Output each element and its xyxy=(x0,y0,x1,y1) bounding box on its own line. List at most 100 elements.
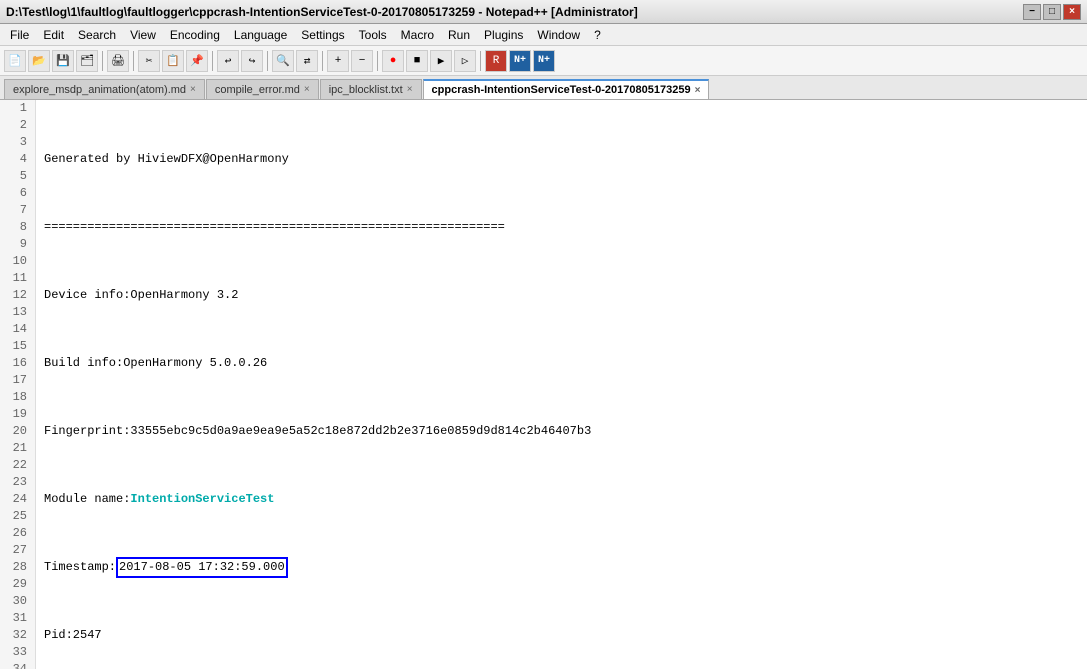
line-num-23: 23 xyxy=(8,474,27,491)
toolbar-macro-stop[interactable]: ■ xyxy=(406,50,428,72)
toolbar: 📄 📂 💾 🗂 🖨 ✂ 📋 📌 ↩ ↪ 🔍 ⇄ + − ● ■ ▶ ▷ R N+… xyxy=(0,46,1087,76)
code-line-2: ========================================… xyxy=(44,219,1079,236)
tab-close-compile[interactable]: × xyxy=(304,84,310,95)
tab-close-cppcrash[interactable]: × xyxy=(695,85,701,96)
tab-label-ipc: ipc_blocklist.txt xyxy=(329,84,403,96)
close-button[interactable]: × xyxy=(1063,4,1081,20)
menu-file[interactable]: File xyxy=(4,26,35,44)
menu-run[interactable]: Run xyxy=(442,26,476,44)
menu-plugins[interactable]: Plugins xyxy=(478,26,529,44)
line-num-4: 4 xyxy=(8,151,27,168)
toolbar-sep4 xyxy=(267,51,268,71)
code-line-6: Module name:IntentionServiceTest xyxy=(44,491,1079,508)
tab-label-explore: explore_msdp_animation(atom).md xyxy=(13,84,186,96)
editor[interactable]: 1 2 3 4 5 6 7 8 9 10 11 12 13 14 15 16 1… xyxy=(0,100,1087,669)
toolbar-sep3 xyxy=(212,51,213,71)
toolbar-macro-record[interactable]: ● xyxy=(382,50,404,72)
toolbar-undo[interactable]: ↩ xyxy=(217,50,239,72)
toolbar-npp2[interactable]: N+ xyxy=(533,50,555,72)
menu-help[interactable]: ? xyxy=(588,26,607,44)
toolbar-sep7 xyxy=(480,51,481,71)
toolbar-npp1[interactable]: N+ xyxy=(509,50,531,72)
line-num-33: 33 xyxy=(8,644,27,661)
code-line-4: Build info:OpenHarmony 5.0.0.26 xyxy=(44,355,1079,372)
toolbar-sep5 xyxy=(322,51,323,71)
line-num-13: 13 xyxy=(8,304,27,321)
line-num-25: 25 xyxy=(8,508,27,525)
toolbar-macro-play[interactable]: ▶ xyxy=(430,50,452,72)
menu-settings[interactable]: Settings xyxy=(295,26,350,44)
toolbar-paste[interactable]: 📌 xyxy=(186,50,208,72)
tab-explore[interactable]: explore_msdp_animation(atom).md × xyxy=(4,79,205,99)
line-num-14: 14 xyxy=(8,321,27,338)
line-num-27: 27 xyxy=(8,542,27,559)
toolbar-print[interactable]: 🖨 xyxy=(107,50,129,72)
toolbar-zoom-in[interactable]: + xyxy=(327,50,349,72)
toolbar-redo[interactable]: ↪ xyxy=(241,50,263,72)
menu-search[interactable]: Search xyxy=(72,26,122,44)
menu-window[interactable]: Window xyxy=(531,26,586,44)
line-num-18: 18 xyxy=(8,389,27,406)
line-num-21: 21 xyxy=(8,440,27,457)
toolbar-run[interactable]: R xyxy=(485,50,507,72)
toolbar-save-all[interactable]: 🗂 xyxy=(76,50,98,72)
toolbar-zoom-out[interactable]: − xyxy=(351,50,373,72)
code-line-8: Pid:2547 xyxy=(44,627,1079,644)
maximize-button[interactable]: □ xyxy=(1043,4,1061,20)
line-num-29: 29 xyxy=(8,576,27,593)
toolbar-replace[interactable]: ⇄ xyxy=(296,50,318,72)
code-content: Generated by HiviewDFX@OpenHarmony =====… xyxy=(36,100,1087,669)
toolbar-sep1 xyxy=(102,51,103,71)
toolbar-open[interactable]: 📂 xyxy=(28,50,50,72)
menu-macro[interactable]: Macro xyxy=(395,26,440,44)
tab-label-cppcrash: cppcrash-IntentionServiceTest-0-20170805… xyxy=(432,84,691,96)
code-line-1: Generated by HiviewDFX@OpenHarmony xyxy=(44,151,1079,168)
line-numbers: 1 2 3 4 5 6 7 8 9 10 11 12 13 14 15 16 1… xyxy=(0,100,36,669)
window-controls: − □ × xyxy=(1023,4,1081,20)
line-num-7: 7 xyxy=(8,202,27,219)
toolbar-sep6 xyxy=(377,51,378,71)
line-num-5: 5 xyxy=(8,168,27,185)
title-bar: D:\Test\log\1\faultlog\faultlogger\cppcr… xyxy=(0,0,1087,24)
menu-language[interactable]: Language xyxy=(228,26,293,44)
line-num-17: 17 xyxy=(8,372,27,389)
line-num-8: 8 xyxy=(8,219,27,236)
tab-close-ipc[interactable]: × xyxy=(407,84,413,95)
code-line-3: Device info:OpenHarmony 3.2 xyxy=(44,287,1079,304)
line-num-22: 22 xyxy=(8,457,27,474)
menu-tools[interactable]: Tools xyxy=(353,26,393,44)
menu-edit[interactable]: Edit xyxy=(37,26,70,44)
tab-close-explore[interactable]: × xyxy=(190,84,196,95)
tab-bar: explore_msdp_animation(atom).md × compil… xyxy=(0,76,1087,100)
code-line-5: Fingerprint:33555ebc9c5d0a9ae9ea9e5a52c1… xyxy=(44,423,1079,440)
menu-view[interactable]: View xyxy=(124,26,162,44)
code-line-7: Timestamp:2017-08-05 17:32:59.000 xyxy=(44,559,1079,576)
toolbar-sep2 xyxy=(133,51,134,71)
toolbar-find[interactable]: 🔍 xyxy=(272,50,294,72)
line-num-28: 28 xyxy=(8,559,27,576)
tab-ipc[interactable]: ipc_blocklist.txt × xyxy=(320,79,422,99)
toolbar-copy[interactable]: 📋 xyxy=(162,50,184,72)
minimize-button[interactable]: − xyxy=(1023,4,1041,20)
line-num-34: 34 xyxy=(8,661,27,669)
tab-label-compile: compile_error.md xyxy=(215,84,300,96)
tab-compile[interactable]: compile_error.md × xyxy=(206,79,319,99)
line-num-20: 20 xyxy=(8,423,27,440)
toolbar-cut[interactable]: ✂ xyxy=(138,50,160,72)
toolbar-save[interactable]: 💾 xyxy=(52,50,74,72)
line-num-10: 10 xyxy=(8,253,27,270)
line-num-2: 2 xyxy=(8,117,27,134)
tab-cppcrash[interactable]: cppcrash-IntentionServiceTest-0-20170805… xyxy=(423,79,710,99)
title-text: D:\Test\log\1\faultlog\faultlogger\cppcr… xyxy=(6,5,638,19)
menu-encoding[interactable]: Encoding xyxy=(164,26,226,44)
line-num-1: 1 xyxy=(8,100,27,117)
line-num-6: 6 xyxy=(8,185,27,202)
line-num-31: 31 xyxy=(8,610,27,627)
line-num-12: 12 xyxy=(8,287,27,304)
line-num-26: 26 xyxy=(8,525,27,542)
toolbar-macro-save[interactable]: ▷ xyxy=(454,50,476,72)
menu-bar: File Edit Search View Encoding Language … xyxy=(0,24,1087,46)
line-num-9: 9 xyxy=(8,236,27,253)
toolbar-new[interactable]: 📄 xyxy=(4,50,26,72)
line-num-3: 3 xyxy=(8,134,27,151)
